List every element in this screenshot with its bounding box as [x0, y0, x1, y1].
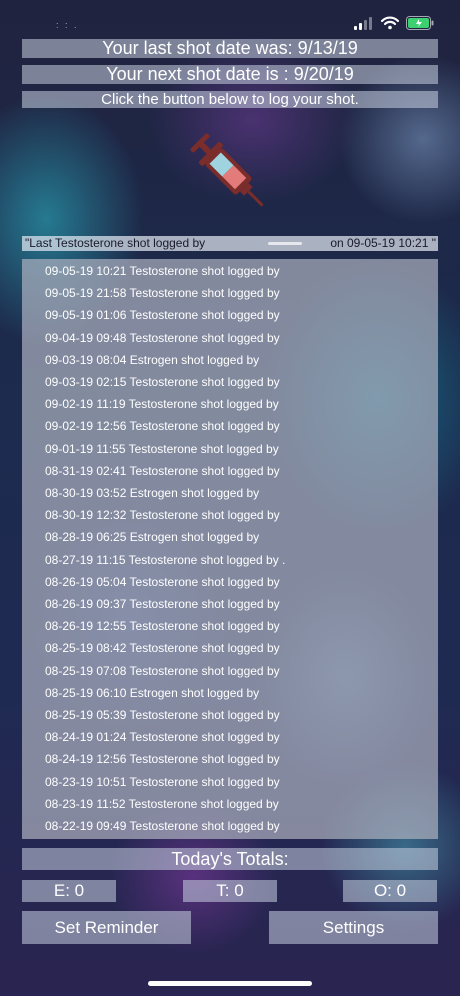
last-shot-date: Your last shot date was: 9/13/19: [22, 39, 438, 58]
log-entry[interactable]: 08-24-19 12:56 Testosterone shot logged …: [45, 750, 280, 768]
log-entry[interactable]: 09-05-19 21:58 Testosterone shot logged …: [45, 284, 280, 302]
log-entry[interactable]: 09-03-19 08:04 Estrogen shot logged by: [45, 351, 259, 369]
log-entry[interactable]: 08-23-19 10:51 Testosterone shot logged …: [45, 773, 280, 791]
log-entry[interactable]: 08-26-19 12:55 Testosterone shot logged …: [45, 617, 280, 635]
other-count: O: 0: [343, 880, 437, 902]
syringe-icon: [190, 133, 264, 207]
log-entry[interactable]: 09-05-19 01:06 Testosterone shot logged …: [45, 306, 280, 324]
log-entry[interactable]: 09-01-19 11:55 Testosterone shot logged …: [45, 440, 279, 458]
wifi-icon: [381, 16, 399, 30]
set-reminder-button[interactable]: Set Reminder: [22, 911, 191, 944]
redacted-name: [268, 242, 302, 245]
log-entry[interactable]: 09-02-19 12:56 Testosterone shot logged …: [45, 417, 280, 435]
home-indicator: [148, 981, 312, 986]
log-entry[interactable]: 08-30-19 12:32 Testosterone shot logged …: [45, 506, 280, 524]
log-entry[interactable]: 08-30-19 03:52 Estrogen shot logged by: [45, 484, 259, 502]
todays-totals-title: Today's Totals:: [22, 848, 438, 870]
settings-button[interactable]: Settings: [269, 911, 438, 944]
log-entry[interactable]: 08-22-19 09:49 Testosterone shot logged …: [45, 817, 280, 835]
log-entry[interactable]: 09-05-19 10:21 Testosterone shot logged …: [45, 262, 280, 280]
log-entry[interactable]: 08-27-19 11:15 Testosterone shot logged …: [45, 551, 285, 569]
log-entry[interactable]: 08-25-19 06:10 Estrogen shot logged by: [45, 684, 259, 702]
instruction-text: Click the button below to log your shot.: [22, 91, 438, 108]
log-entry[interactable]: 09-02-19 11:19 Testosterone shot logged …: [45, 395, 279, 413]
signal-icon: [354, 17, 372, 30]
log-entry[interactable]: 08-25-19 07:08 Testosterone shot logged …: [45, 662, 280, 680]
estrogen-count: E: 0: [22, 880, 116, 902]
last-logged-suffix: on 09-05-19 10:21 ": [330, 236, 436, 250]
log-entry[interactable]: 08-23-19 11:52 Testosterone shot logged …: [45, 795, 279, 813]
log-entry[interactable]: 08-28-19 06:25 Estrogen shot logged by: [45, 528, 259, 546]
carrier-text: : : .: [56, 20, 79, 30]
status-bar: : : .: [0, 0, 460, 44]
log-entry[interactable]: 08-24-19 01:24 Testosterone shot logged …: [45, 728, 280, 746]
log-entry[interactable]: 08-25-19 08:42 Testosterone shot logged …: [45, 639, 280, 657]
last-logged-banner: "Last Testosterone shot logged by on 09-…: [22, 236, 438, 251]
last-logged-prefix: "Last Testosterone shot logged by: [25, 236, 206, 250]
log-entry[interactable]: 09-04-19 09:48 Testosterone shot logged …: [45, 329, 280, 347]
testosterone-count: T: 0: [183, 880, 277, 902]
log-entry[interactable]: 08-31-19 02:41 Testosterone shot logged …: [45, 462, 280, 480]
next-shot-date: Your next shot date is : 9/20/19: [22, 65, 438, 84]
log-entry[interactable]: 08-26-19 09:37 Testosterone shot logged …: [45, 595, 280, 613]
log-entry[interactable]: 08-25-19 05:39 Testosterone shot logged …: [45, 706, 280, 724]
log-entry[interactable]: 09-03-19 02:15 Testosterone shot logged …: [45, 373, 280, 391]
shot-log-list[interactable]: 09-05-19 10:21 Testosterone shot logged …: [22, 259, 438, 839]
log-entry[interactable]: 08-26-19 05:04 Testosterone shot logged …: [45, 573, 280, 591]
battery-icon: [406, 16, 434, 30]
log-shot-button[interactable]: [181, 124, 279, 222]
